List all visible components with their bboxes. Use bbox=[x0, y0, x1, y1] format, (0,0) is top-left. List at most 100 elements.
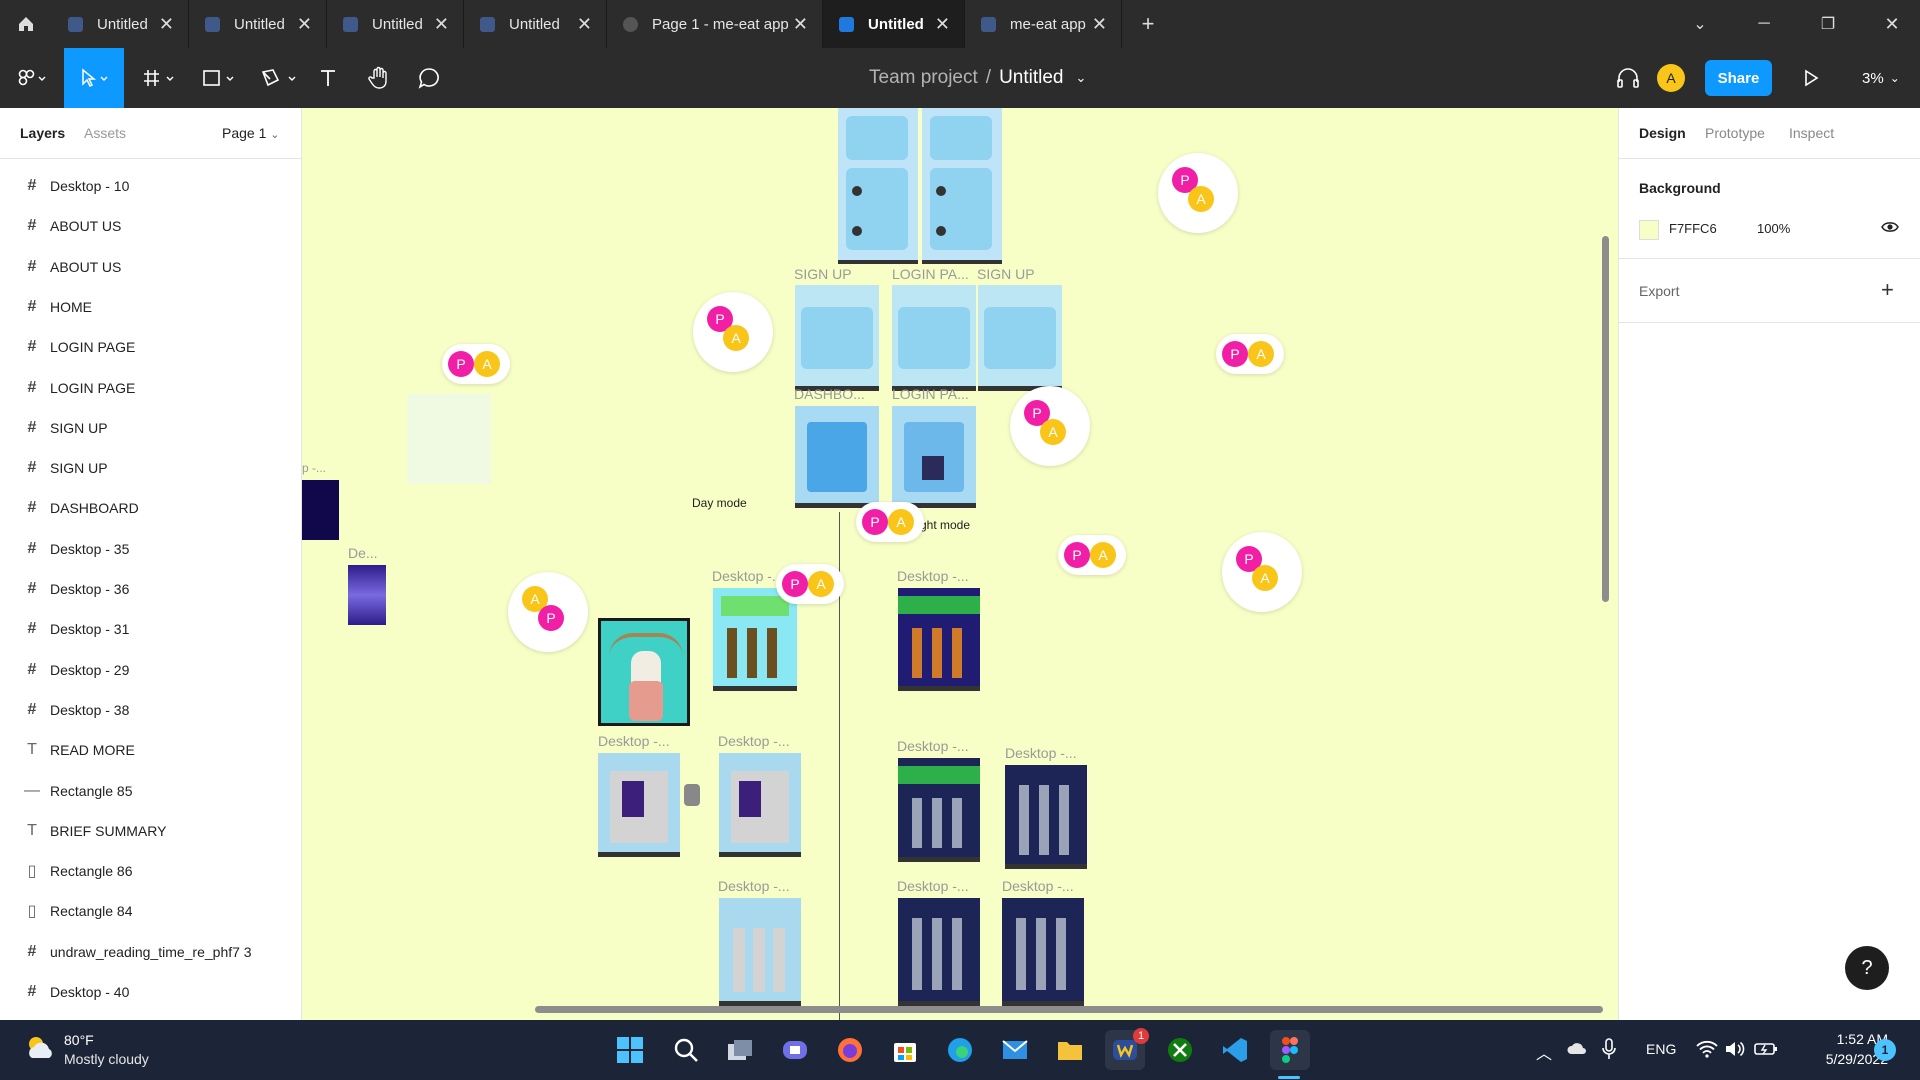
search-icon[interactable] bbox=[666, 1030, 706, 1070]
background-opacity-input[interactable]: 100% bbox=[1757, 221, 1790, 236]
text-tool-button[interactable] bbox=[312, 48, 344, 108]
file-explorer-icon[interactable] bbox=[1050, 1030, 1090, 1070]
night-mode-label[interactable]: ght mode bbox=[920, 518, 970, 532]
layer-row[interactable]: # Desktop - 29 bbox=[0, 650, 301, 690]
frame-label[interactable]: SIGN UP bbox=[794, 266, 852, 282]
frame-thumbnail[interactable] bbox=[598, 753, 680, 857]
help-button[interactable]: ? bbox=[1845, 946, 1889, 990]
frame-label[interactable]: Desktop -... bbox=[1005, 745, 1077, 761]
language-indicator[interactable]: ENG bbox=[1646, 1041, 1676, 1057]
file-name[interactable]: Untitled bbox=[999, 67, 1063, 89]
frame-thumbnail[interactable] bbox=[302, 480, 339, 540]
chevron-down-icon[interactable]: ⌄ bbox=[1672, 0, 1728, 48]
layer-row[interactable]: # Desktop - 36 bbox=[0, 569, 301, 609]
layer-row[interactable]: # Desktop - 31 bbox=[0, 609, 301, 649]
frame-label[interactable]: Desktop -... bbox=[718, 878, 790, 894]
weather-temp[interactable]: 80°F bbox=[64, 1032, 94, 1048]
tab-layers[interactable]: Layers bbox=[20, 125, 65, 141]
layer-row[interactable]: # ABOUT US bbox=[0, 206, 301, 246]
faded-deer-image[interactable] bbox=[407, 394, 491, 484]
collaborator-cursor[interactable]: P A bbox=[856, 502, 924, 542]
frame-thumbnail[interactable] bbox=[795, 285, 879, 391]
add-export-icon[interactable]: + bbox=[1881, 277, 1894, 303]
restore-button[interactable]: ❐ bbox=[1800, 0, 1856, 48]
collaborator-cursor[interactable]: P A bbox=[1010, 386, 1090, 466]
layer-row[interactable]: # LOGIN PAGE bbox=[0, 327, 301, 367]
home-icon[interactable] bbox=[0, 0, 52, 48]
pen-tool-button[interactable] bbox=[256, 48, 304, 108]
weather-desc[interactable]: Mostly cloudy bbox=[64, 1051, 149, 1067]
frame-label[interactable]: De... bbox=[348, 545, 378, 561]
vertical-scrollbar[interactable] bbox=[1602, 236, 1609, 602]
tab-assets[interactable]: Assets bbox=[84, 125, 126, 141]
layer-row[interactable]: #Desktop - 37 bbox=[0, 1012, 301, 1020]
frame-thumbnail[interactable] bbox=[719, 898, 801, 1006]
layer-row[interactable]: # LOGIN PAGE bbox=[0, 368, 301, 408]
zoom-dropdown[interactable]: 3% ⌄ bbox=[1862, 48, 1900, 108]
frame-thumbnail[interactable] bbox=[348, 565, 386, 625]
team-name[interactable]: Team project bbox=[869, 67, 978, 89]
small-rectangle[interactable] bbox=[684, 784, 700, 806]
frame-thumbnail[interactable] bbox=[838, 108, 918, 264]
page-selector[interactable]: Page 1 ⌄ bbox=[222, 125, 279, 141]
layer-row[interactable]: # SIGN UP bbox=[0, 448, 301, 488]
collaborator-cursor[interactable]: P A bbox=[776, 564, 844, 604]
frame-label[interactable]: Desktop -... bbox=[718, 733, 790, 749]
notification-center-badge[interactable]: 1 bbox=[1874, 1039, 1896, 1061]
background-hex-input[interactable]: F7FFC6 bbox=[1669, 221, 1717, 236]
close-icon[interactable]: ✕ bbox=[793, 14, 808, 35]
frame-label[interactable]: p -... bbox=[302, 461, 326, 475]
collaborator-cursor[interactable]: P A bbox=[1158, 153, 1238, 233]
close-icon[interactable]: ✕ bbox=[935, 14, 950, 35]
collaborator-cursor[interactable]: P A bbox=[693, 292, 773, 372]
present-button[interactable] bbox=[1796, 48, 1826, 108]
frame-thumbnail[interactable] bbox=[719, 753, 801, 857]
audio-headphones-button[interactable] bbox=[1610, 48, 1646, 108]
frame-label[interactable]: Desktop -... bbox=[897, 738, 969, 754]
weather-cloud-icon[interactable] bbox=[24, 1034, 56, 1066]
microsoft-store-icon[interactable] bbox=[885, 1030, 925, 1070]
frame-thumbnail[interactable] bbox=[713, 588, 797, 691]
frame-label[interactable]: Desktop -... bbox=[897, 568, 969, 584]
edge-browser-icon[interactable] bbox=[940, 1030, 980, 1070]
layer-row[interactable]: — Rectangle 85 bbox=[0, 771, 301, 811]
tab-6-active[interactable]: Untitled ✕ bbox=[823, 0, 965, 48]
tab-1[interactable]: Untitled ✕ bbox=[52, 0, 189, 48]
microphone-icon[interactable] bbox=[1602, 1038, 1616, 1065]
vscode-icon[interactable] bbox=[1215, 1030, 1255, 1070]
tab-7[interactable]: me-eat app ✕ bbox=[965, 0, 1122, 48]
frame-thumbnail[interactable] bbox=[892, 406, 976, 508]
frame-thumbnail[interactable] bbox=[898, 758, 980, 862]
tab-4[interactable]: Untitled ✕ bbox=[464, 0, 607, 48]
collaborator-cursor[interactable]: P A bbox=[1058, 535, 1126, 575]
frame-label[interactable]: Desktop -... bbox=[712, 568, 784, 584]
xbox-icon[interactable] bbox=[1160, 1030, 1200, 1070]
avatar[interactable]: A bbox=[1657, 64, 1685, 92]
frame-thumbnail[interactable] bbox=[978, 285, 1062, 391]
layer-row[interactable]: # HOME bbox=[0, 287, 301, 327]
layer-row[interactable]: ▯ Rectangle 84 bbox=[0, 891, 301, 931]
frame-thumbnail[interactable] bbox=[795, 406, 879, 508]
tab-3[interactable]: Untitled ✕ bbox=[327, 0, 464, 48]
share-button[interactable]: Share bbox=[1705, 60, 1772, 96]
battery-icon[interactable] bbox=[1754, 1041, 1778, 1062]
background-color-swatch[interactable] bbox=[1639, 220, 1659, 240]
frame-thumbnail[interactable] bbox=[898, 898, 980, 1006]
tab-prototype[interactable]: Prototype bbox=[1705, 125, 1765, 141]
chevron-up-icon[interactable]: ︿ bbox=[1536, 1040, 1552, 1064]
collaborator-cursor[interactable]: A P bbox=[508, 572, 588, 652]
layer-row[interactable]: # Desktop - 10 bbox=[0, 166, 301, 206]
figma-app-icon[interactable] bbox=[1270, 1030, 1310, 1070]
frame-label[interactable]: Desktop -... bbox=[598, 733, 670, 749]
collaborator-cursor[interactable]: P A bbox=[1222, 532, 1302, 612]
window-close-button[interactable]: ✕ bbox=[1864, 0, 1920, 48]
frame-label[interactable]: LOGIN PA... bbox=[892, 266, 969, 282]
move-tool-button[interactable] bbox=[64, 48, 124, 108]
frame-thumbnail[interactable] bbox=[1005, 765, 1087, 869]
mail-icon[interactable] bbox=[995, 1030, 1035, 1070]
collaborator-cursor[interactable]: P A bbox=[1216, 334, 1284, 374]
tab-5[interactable]: Page 1 - me-eat app ✕ bbox=[607, 0, 823, 48]
start-windows-icon[interactable] bbox=[610, 1030, 650, 1070]
main-menu-button[interactable] bbox=[8, 48, 56, 108]
eye-icon[interactable] bbox=[1881, 220, 1899, 239]
